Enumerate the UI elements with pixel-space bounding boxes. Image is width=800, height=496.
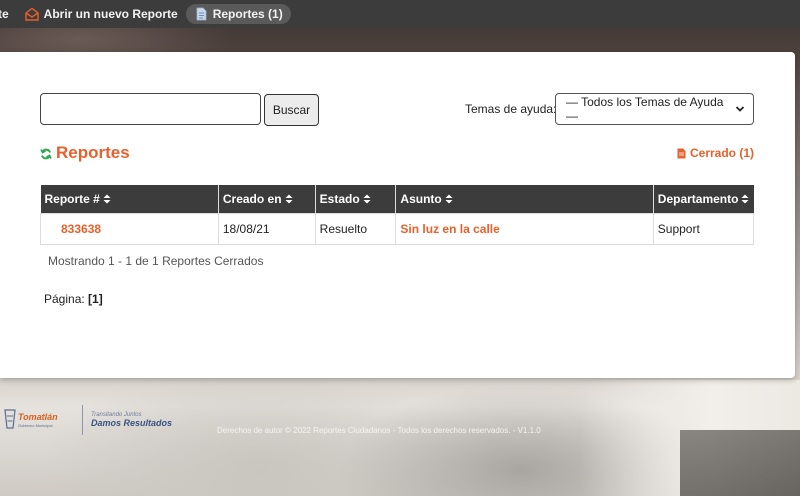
column-header-department[interactable]: Departamento bbox=[653, 185, 754, 213]
pagination-current-page[interactable]: [1] bbox=[88, 292, 103, 306]
reports-panel: Buscar Temas de ayuda: — Todos los Temas… bbox=[0, 52, 795, 378]
help-topics-select[interactable]: — Todos los Temas de Ayuda — bbox=[555, 93, 754, 125]
footer-logo: Tomatlán Gobierno Municipal Transitando … bbox=[0, 400, 190, 440]
search-button[interactable]: Buscar bbox=[264, 94, 319, 126]
refresh-icon[interactable] bbox=[40, 148, 52, 160]
department-cell: Support bbox=[652, 212, 755, 245]
table-header-row: Reporte # Creado en Estado Asunto Depart… bbox=[40, 185, 754, 213]
results-summary: Mostrando 1 - 1 de 1 Reportes Cerrados bbox=[48, 254, 264, 268]
status-cell: Resuelto bbox=[314, 212, 397, 245]
created-cell: 18/08/21 bbox=[217, 212, 316, 245]
subject-link[interactable]: Sin luz en la calle bbox=[395, 212, 654, 245]
footer-tagline-bottom: Damos Resultados bbox=[91, 418, 173, 428]
sort-icon bbox=[363, 193, 371, 204]
column-header-number[interactable]: Reporte # bbox=[40, 185, 219, 213]
column-header-status[interactable]: Estado bbox=[315, 185, 397, 213]
table-row: 833638 18/08/21 Resuelto Sin luz en la c… bbox=[40, 212, 755, 245]
section-title-text: Reportes bbox=[56, 143, 130, 162]
nav-item-new-report[interactable]: Abrir un nuevo Reporte bbox=[17, 4, 186, 24]
reports-table: Reporte # Creado en Estado Asunto Depart… bbox=[40, 185, 755, 245]
nav-item-home[interactable]: te bbox=[0, 4, 17, 24]
footer-brand-sub: Gobierno Municipal bbox=[18, 423, 53, 428]
pagination-label: Página: bbox=[44, 292, 85, 306]
envelope-open-icon bbox=[24, 7, 39, 21]
background-shadow bbox=[680, 430, 800, 496]
nav-item-reports[interactable]: Reportes (1) bbox=[185, 4, 291, 24]
nav-item-label: Abrir un nuevo Reporte bbox=[43, 7, 178, 21]
report-number-link[interactable]: 833638 bbox=[40, 212, 219, 245]
top-navbar: te Abrir un nuevo Reporte Reportes (1) bbox=[0, 0, 800, 28]
nav-item-label: te bbox=[0, 7, 9, 21]
search-input[interactable] bbox=[40, 93, 261, 125]
closed-link-label: Cerrado (1) bbox=[689, 146, 754, 160]
file-text-icon bbox=[194, 7, 208, 21]
column-header-created[interactable]: Creado en bbox=[218, 185, 316, 213]
pagination: Página: [1] bbox=[44, 292, 103, 306]
help-topics-selected: — Todos los Temas de Ayuda — bbox=[566, 95, 724, 123]
sort-icon bbox=[741, 193, 749, 204]
closed-reports-link[interactable]: Cerrado (1) bbox=[677, 146, 754, 160]
section-title: Reportes bbox=[40, 143, 130, 163]
sort-icon bbox=[103, 193, 111, 204]
municipal-emblem-icon bbox=[4, 409, 16, 429]
column-header-subject[interactable]: Asunto bbox=[395, 185, 654, 213]
chevron-down-icon bbox=[735, 104, 745, 114]
sort-icon bbox=[445, 193, 453, 204]
file-icon bbox=[677, 148, 686, 159]
footer-brand: Tomatlán bbox=[18, 412, 58, 422]
footer-copyright: Derechos de autor © 2022 Reportes Ciudad… bbox=[217, 426, 541, 435]
help-topics-label: Temas de ayuda: bbox=[465, 102, 557, 116]
nav-item-label: Reportes (1) bbox=[212, 7, 283, 21]
sort-icon bbox=[285, 193, 293, 204]
